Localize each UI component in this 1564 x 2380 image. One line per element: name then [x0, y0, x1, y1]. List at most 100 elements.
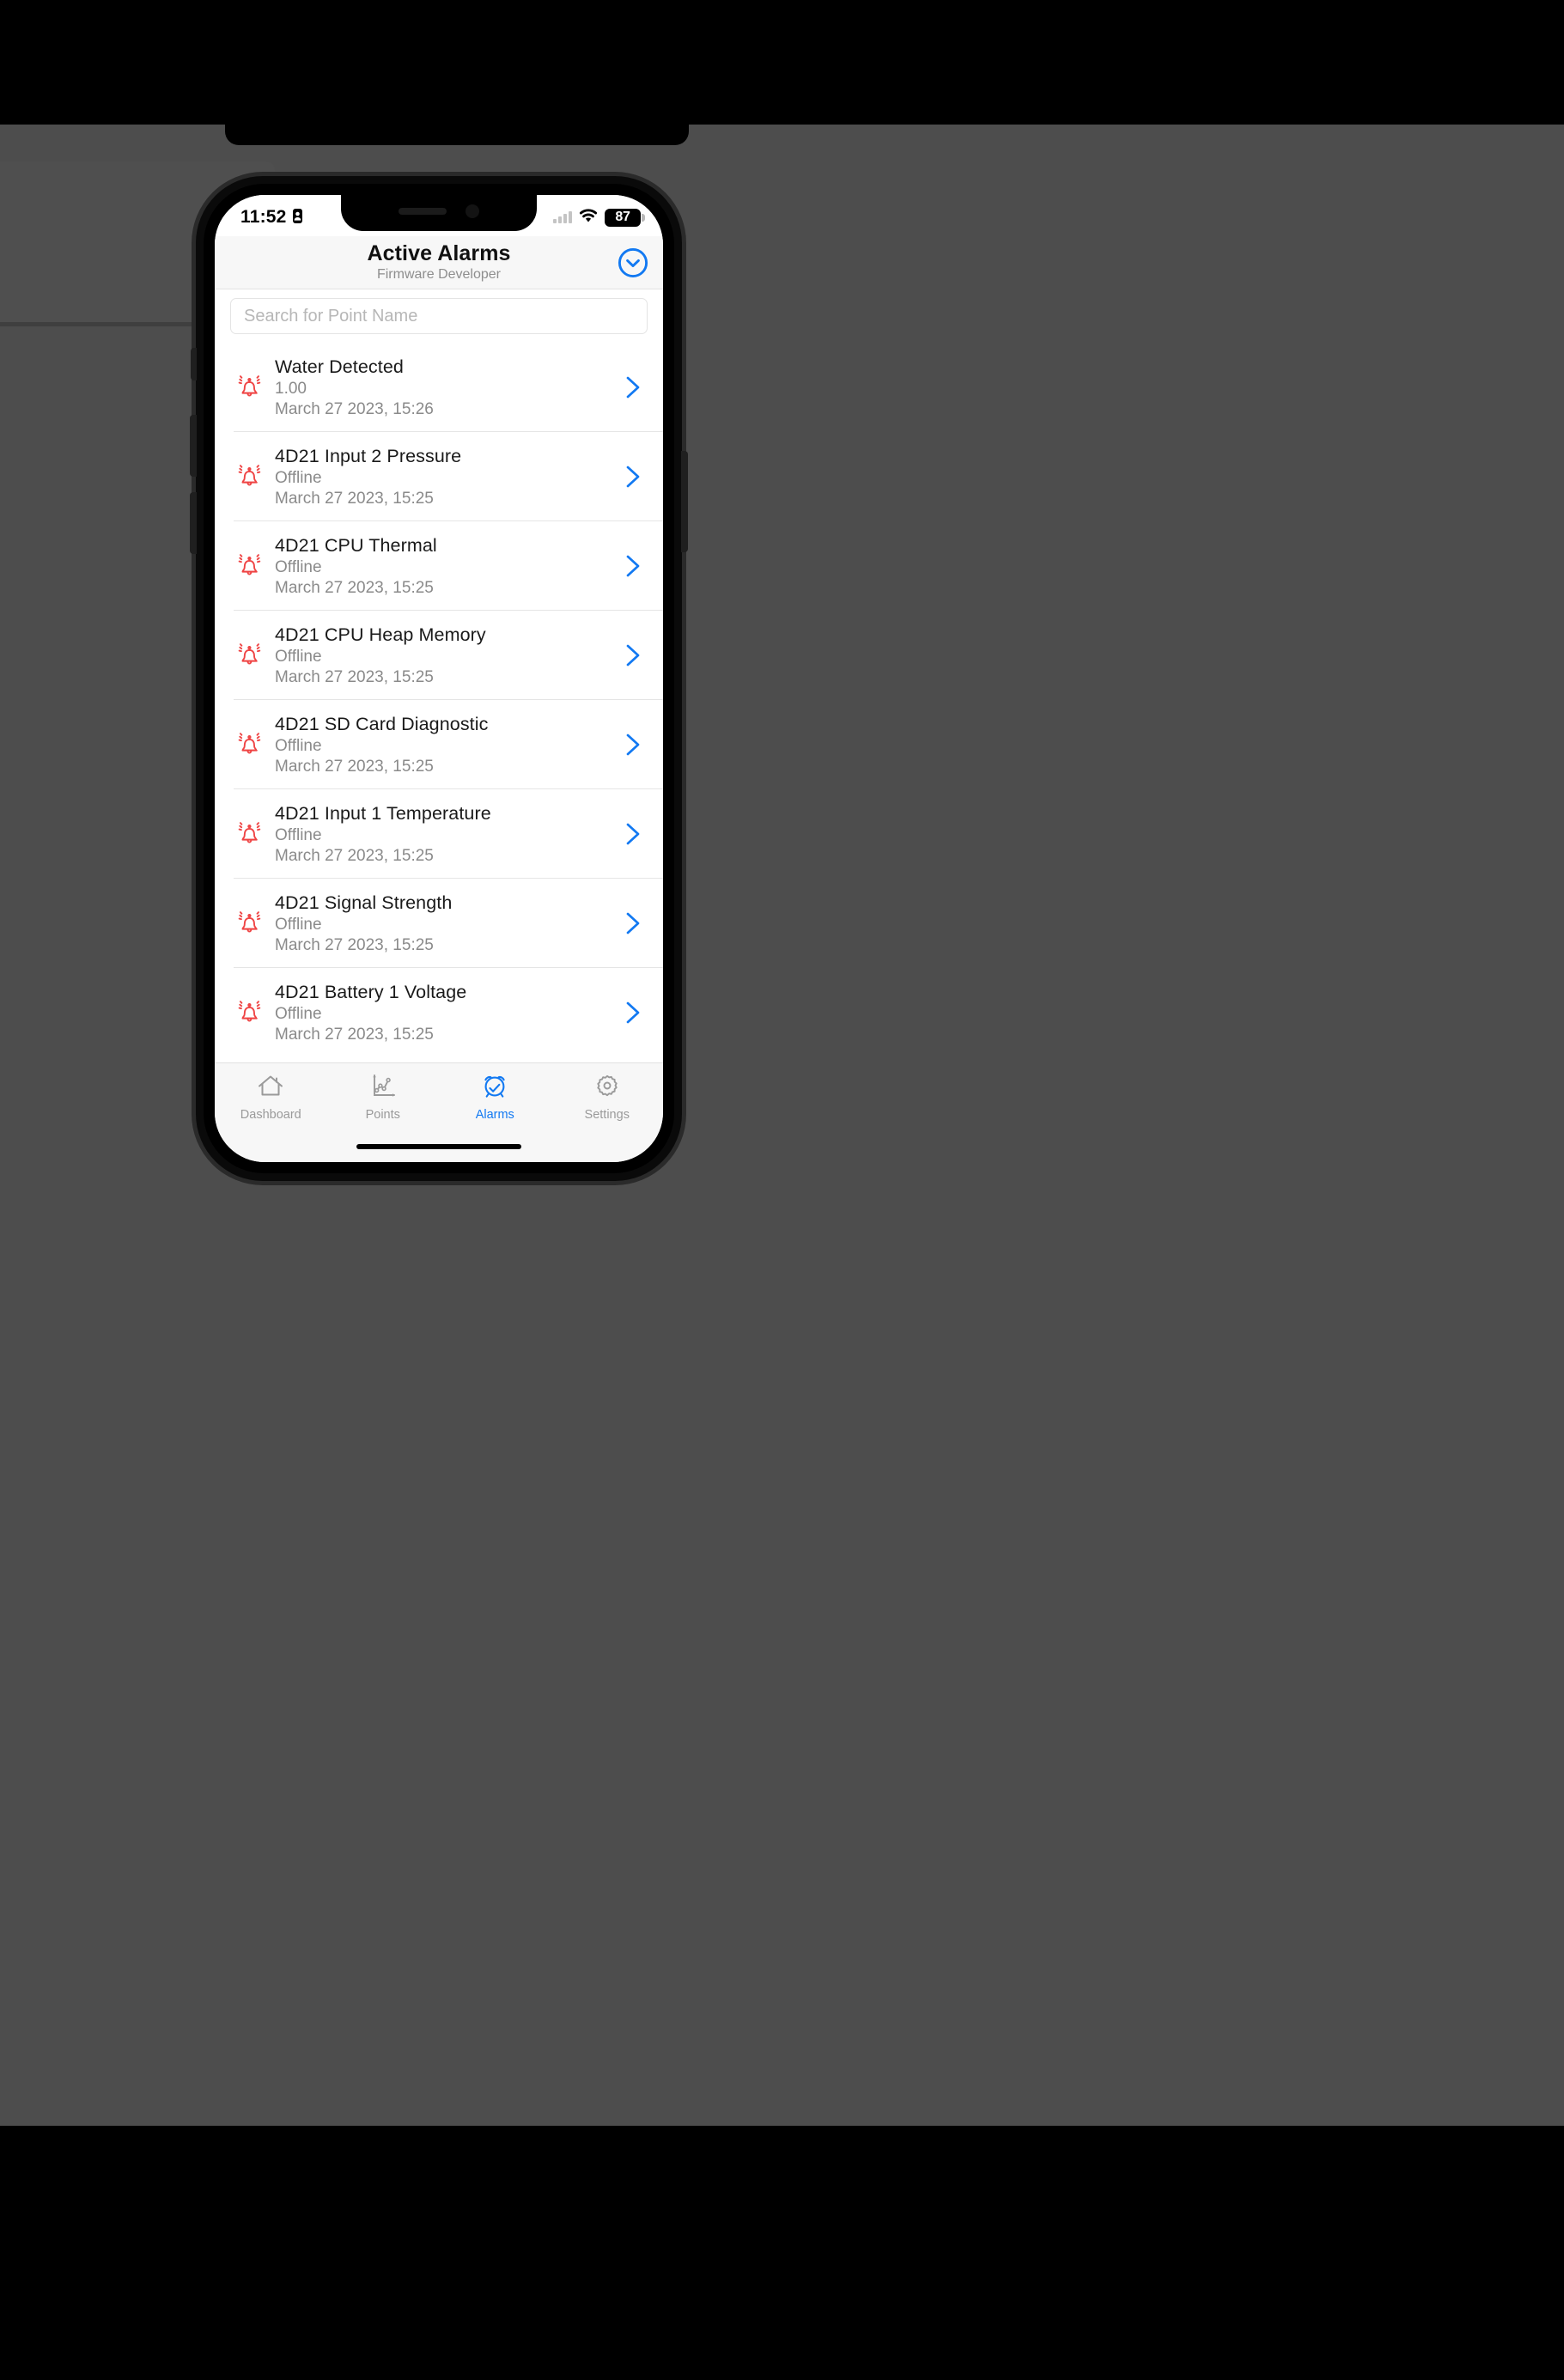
search-field[interactable]	[230, 298, 648, 334]
alarm-list-item[interactable]: 4D21 CPU Thermal Offline March 27 2023, …	[215, 521, 663, 611]
tab-label: Dashboard	[240, 1108, 301, 1122]
alarm-bell-icon	[228, 817, 271, 851]
alarm-list-item[interactable]: 4D21 SD Card Diagnostic Offline March 27…	[215, 700, 663, 789]
device-notch	[341, 195, 537, 231]
chevron-right-icon[interactable]	[618, 910, 648, 937]
chevron-right-icon	[626, 555, 640, 577]
chevron-right-icon	[626, 823, 640, 845]
alarm-list-item[interactable]: 4D21 Signal Strength Offline March 27 20…	[215, 879, 663, 968]
alarm-value: Offline	[275, 1004, 322, 1023]
header-title-block: Active Alarms Firmware Developer	[367, 242, 510, 283]
chevron-right-icon	[626, 644, 640, 667]
status-bar-right: 87	[553, 208, 645, 228]
silent-switch[interactable]	[191, 348, 197, 380]
alarm-timestamp: March 27 2023, 15:25	[275, 489, 434, 508]
alarm-row-text: 4D21 Input 2 Pressure Offline March 27 2…	[271, 446, 618, 508]
gear-icon	[597, 1074, 618, 1097]
chevron-right-icon	[626, 1001, 640, 1024]
volume-down-button[interactable]	[190, 492, 197, 554]
alarm-value: Offline	[275, 736, 322, 755]
bottom-tab-bar[interactable]: Dashboard Points Alarms Settings	[215, 1062, 663, 1135]
chevron-right-icon[interactable]	[618, 999, 648, 1026]
alarm-list-item[interactable]: Water Detected 1.00 March 27 2023, 15:26	[215, 343, 663, 432]
chevron-right-icon	[626, 733, 640, 756]
alarm-title: 4D21 CPU Thermal	[275, 534, 437, 556]
status-bar-clock: 11:52	[240, 207, 287, 227]
chevron-down-circle-icon[interactable]	[617, 247, 649, 279]
volume-up-button[interactable]	[190, 415, 197, 477]
alarm-list-item[interactable]: 4D21 Battery 1 Voltage Offline March 27 …	[215, 968, 663, 1057]
alarm-value: 1.00	[275, 379, 307, 398]
alarm-value: Offline	[275, 915, 322, 934]
alarm-value: Offline	[275, 825, 322, 844]
chevron-right-icon	[626, 466, 640, 488]
chevron-right-icon	[626, 912, 640, 934]
chevron-right-icon[interactable]	[618, 463, 648, 490]
line-chart-icon	[373, 1074, 395, 1097]
alarm-timestamp: March 27 2023, 15:25	[275, 935, 434, 954]
alarm-timestamp: March 27 2023, 15:26	[275, 399, 434, 418]
alarm-title: 4D21 Input 2 Pressure	[275, 445, 462, 466]
alarm-list-item[interactable]: 4D21 Input 2 Pressure Offline March 27 2…	[215, 432, 663, 521]
line-chart-icon	[369, 1072, 397, 1104]
alarm-bell-icon	[238, 1001, 261, 1022]
search-bar-container	[215, 289, 663, 343]
status-bar-left: 11:52	[240, 207, 304, 228]
backdrop-notch-cutout	[225, 125, 689, 145]
alarm-timestamp: March 27 2023, 15:25	[275, 667, 434, 686]
alarm-bell-icon	[228, 638, 271, 673]
phone-screen: 11:52 87 Active Alarms Firmware Develope…	[215, 195, 663, 1162]
alarm-bell-icon	[238, 911, 261, 933]
alarm-timestamp: March 27 2023, 15:25	[275, 1025, 434, 1044]
tab-alarms[interactable]: Alarms	[439, 1072, 551, 1122]
alarm-timestamp: March 27 2023, 15:25	[275, 846, 434, 865]
tab-label: Settings	[584, 1108, 630, 1122]
alarm-list-item[interactable]: 4D21 Input 1 Temperature Offline March 2…	[215, 789, 663, 879]
alarm-title: 4D21 SD Card Diagnostic	[275, 713, 489, 734]
alarm-list[interactable]: Water Detected 1.00 March 27 2023, 15:26…	[215, 343, 663, 1062]
location-arrow-icon	[291, 208, 304, 228]
chevron-right-icon[interactable]	[618, 820, 648, 848]
phone-device-frame: 11:52 87 Active Alarms Firmware Develope…	[190, 176, 688, 1181]
tab-label: Alarms	[475, 1108, 514, 1122]
home-indicator-area	[215, 1135, 663, 1162]
screenshot-canvas: 11:52 87 Active Alarms Firmware Develope…	[0, 0, 1564, 2380]
alarm-title: 4D21 Input 1 Temperature	[275, 802, 491, 824]
alarm-title: Water Detected	[275, 356, 404, 377]
battery-level-label: 87	[615, 210, 630, 224]
alarm-bell-icon	[228, 727, 271, 762]
alarm-title: 4D21 CPU Heap Memory	[275, 624, 486, 645]
alarm-bell-icon	[238, 554, 261, 575]
alarm-bell-icon	[228, 460, 271, 494]
tab-settings[interactable]: Settings	[551, 1072, 664, 1122]
alarm-title: 4D21 Signal Strength	[275, 892, 453, 913]
chevron-right-icon	[626, 376, 640, 399]
tab-label: Points	[365, 1108, 400, 1122]
front-camera	[466, 204, 479, 218]
home-icon	[259, 1075, 283, 1096]
alarm-bell-icon	[238, 822, 261, 843]
page-subtitle: Firmware Developer	[376, 267, 502, 283]
battery-icon: 87	[605, 208, 645, 227]
alarm-timestamp: March 27 2023, 15:25	[275, 757, 434, 776]
alarm-list-item[interactable]: 4D21 CPU Heap Memory Offline March 27 20…	[215, 611, 663, 700]
alarm-bell-icon	[238, 643, 261, 665]
tab-dashboard[interactable]: Dashboard	[215, 1072, 327, 1122]
earpiece-speaker	[399, 208, 447, 215]
home-indicator[interactable]	[356, 1144, 521, 1149]
chevron-right-icon[interactable]	[618, 374, 648, 401]
alarm-value: Offline	[275, 557, 322, 576]
alarm-clock-check-icon	[484, 1075, 505, 1098]
chevron-right-icon[interactable]	[618, 552, 648, 580]
alarm-bell-icon	[228, 370, 271, 405]
chevron-right-icon[interactable]	[618, 731, 648, 758]
power-button[interactable]	[681, 451, 688, 552]
search-input[interactable]	[244, 306, 634, 326]
alarm-row-text: Water Detected 1.00 March 27 2023, 15:26	[271, 356, 618, 419]
tab-points[interactable]: Points	[327, 1072, 440, 1122]
alarm-row-text: 4D21 Signal Strength Offline March 27 20…	[271, 892, 618, 955]
alarm-row-text: 4D21 Battery 1 Voltage Offline March 27 …	[271, 982, 618, 1044]
alarm-timestamp: March 27 2023, 15:25	[275, 578, 434, 597]
navigation-header: Active Alarms Firmware Developer	[215, 236, 663, 289]
chevron-right-icon[interactable]	[618, 642, 648, 669]
